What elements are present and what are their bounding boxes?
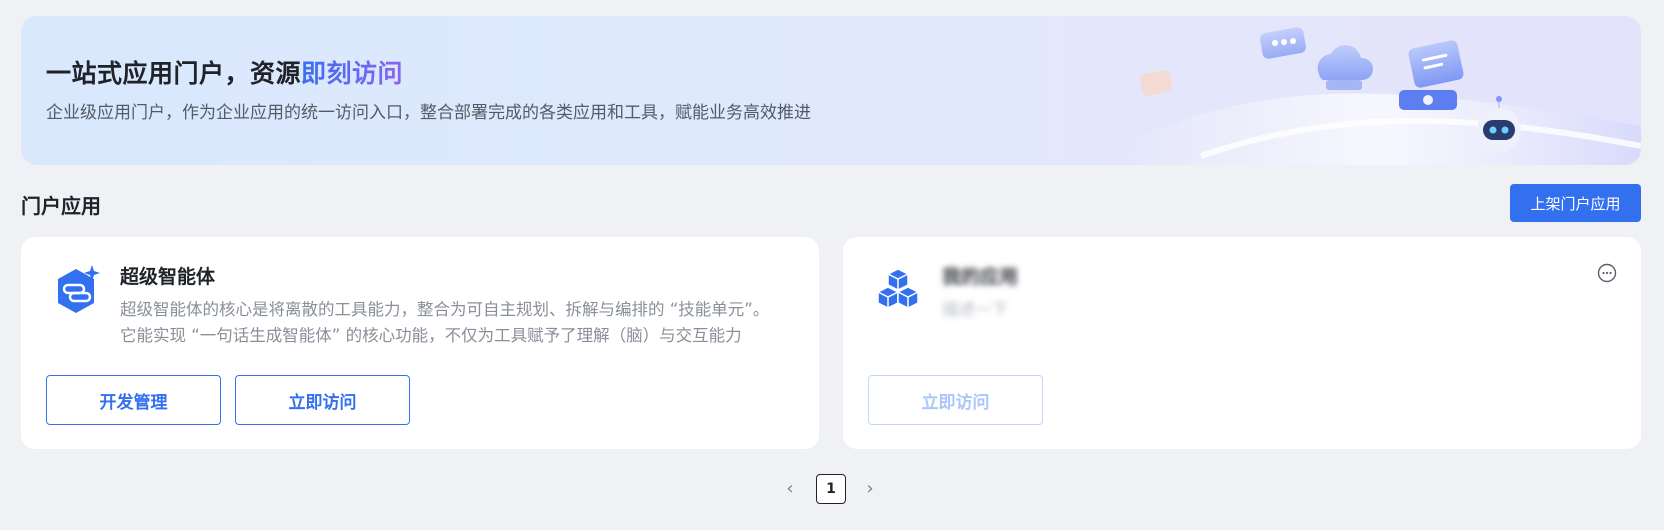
- app-title: 我的应用: [942, 266, 1019, 288]
- page-number-current[interactable]: 1: [816, 474, 846, 504]
- next-page-icon[interactable]: ›: [860, 477, 880, 501]
- visit-now-button[interactable]: 立即访问: [235, 375, 410, 425]
- dev-manage-button[interactable]: 开发管理: [46, 375, 221, 425]
- app-description: 超级智能体的核心是将离散的工具能力，整合为可自主规划、拆解与编排的 “技能单元”…: [120, 300, 770, 345]
- banner-title: 一站式应用门户，资源即刻访问: [46, 54, 403, 90]
- app-card: 超级智能体 超级智能体的核心是将离散的工具能力，整合为可自主规划、拆解与编排的 …: [21, 237, 819, 449]
- hero-banner: 一站式应用门户，资源即刻访问 企业级应用门户，作为企业应用的统一访问入口，整合部…: [21, 16, 1641, 165]
- app-card: 我的应用 描述一下 立即访问: [843, 237, 1641, 449]
- section-title: 门户应用: [21, 194, 101, 218]
- agent-sparkle-icon: [58, 265, 100, 313]
- banner-title-highlight: 即刻访问: [301, 59, 404, 88]
- publish-portal-app-button[interactable]: 上架门户应用: [1510, 184, 1641, 222]
- visit-now-button-disabled[interactable]: 立即访问: [868, 375, 1043, 425]
- more-options-icon[interactable]: [1597, 263, 1617, 283]
- banner-title-text: 一站式应用门户，资源: [46, 59, 302, 88]
- app-description: 描述一下: [942, 300, 1008, 319]
- app-title: 超级智能体: [120, 266, 216, 288]
- cubes-icon: [877, 268, 919, 309]
- prev-page-icon[interactable]: ‹: [780, 477, 800, 501]
- banner-illustration: [1121, 27, 1641, 165]
- banner-subtitle: 企业级应用门户，作为企业应用的统一访问入口，整合部署完成的各类应用和工具，赋能业…: [46, 103, 811, 123]
